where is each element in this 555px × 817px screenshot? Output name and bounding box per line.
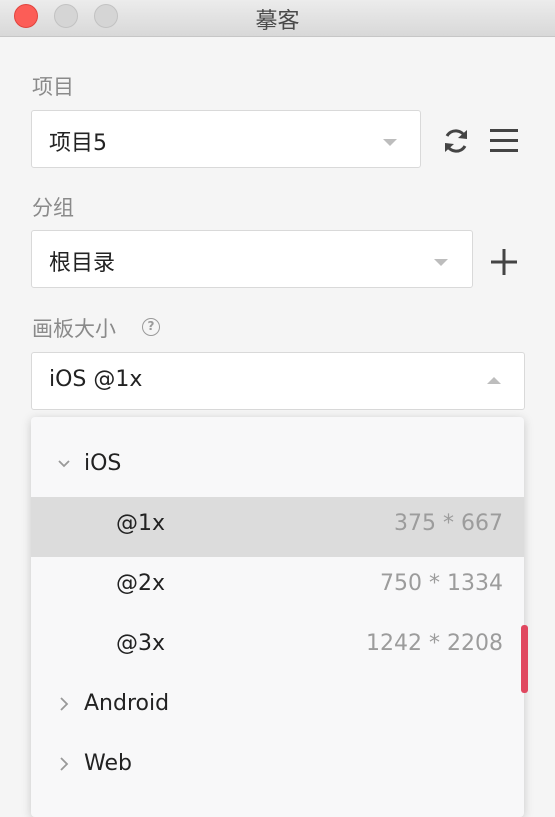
project-label: 项目: [32, 75, 74, 99]
refresh-icon[interactable]: [440, 125, 472, 157]
group-label: 分组: [32, 196, 74, 220]
project-select-value: 项目5: [49, 131, 107, 156]
group-ios[interactable]: iOS: [31, 437, 524, 497]
chevron-right-icon: [60, 697, 69, 711]
artboard-size-dropdown: iOS @1x 375 * 667 @2x 750 * 1334 @3x 124…: [31, 417, 524, 817]
add-group-icon[interactable]: [488, 246, 520, 278]
option-size: 1242 * 2208: [366, 631, 503, 656]
menu-icon[interactable]: [488, 125, 520, 157]
option-label: @2x: [116, 571, 166, 596]
chevron-right-icon: [60, 757, 69, 771]
chevron-down-icon: [383, 139, 397, 146]
option-ios-2x[interactable]: @2x 750 * 1334: [31, 557, 524, 617]
group-web[interactable]: Web: [31, 737, 524, 797]
title-bar: 摹客: [0, 0, 555, 37]
option-ios-1x[interactable]: @1x 375 * 667: [31, 497, 524, 557]
group-web-label: Web: [84, 751, 132, 776]
group-ios-label: iOS: [84, 451, 122, 476]
option-size: 375 * 667: [394, 511, 503, 536]
group-select[interactable]: 根目录: [31, 230, 473, 288]
group-android[interactable]: Android: [31, 677, 524, 737]
group-select-value: 根目录: [49, 251, 116, 276]
group-android-label: Android: [84, 691, 170, 716]
chevron-up-icon: [487, 377, 501, 384]
artboard-size-select[interactable]: iOS @1x: [31, 352, 525, 410]
option-label: @1x: [116, 511, 166, 536]
artboard-size-select-value: iOS @1x: [49, 367, 143, 392]
accent-mark: [521, 625, 528, 693]
artboard-size-label: 画板大小: [32, 317, 116, 341]
option-ios-3x[interactable]: @3x 1242 * 2208: [31, 617, 524, 677]
chevron-down-icon: [58, 460, 70, 468]
help-icon[interactable]: ?: [142, 318, 160, 336]
chevron-down-icon: [434, 259, 448, 266]
window-title: 摹客: [255, 9, 300, 34]
project-select[interactable]: 项目5: [31, 110, 421, 168]
option-label: @3x: [116, 631, 166, 656]
option-size: 750 * 1334: [380, 571, 503, 596]
